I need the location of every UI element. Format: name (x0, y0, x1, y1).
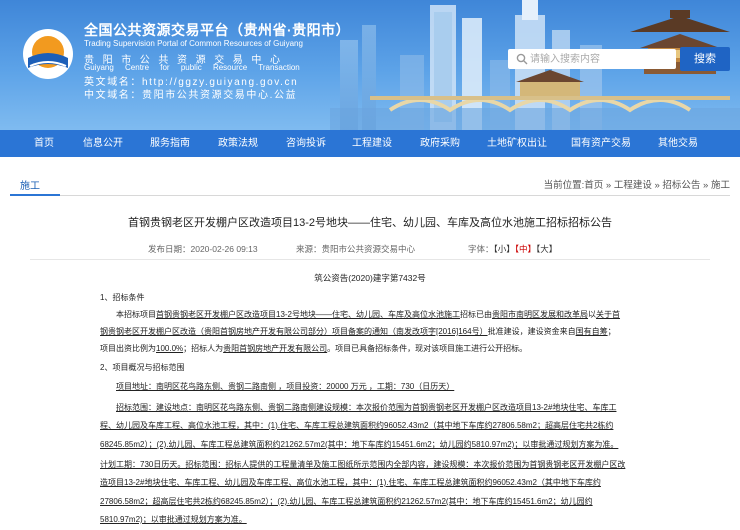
font-size-controls: 字体：【小】【中】【大】 (468, 243, 557, 255)
text: 招标已由 (460, 310, 493, 319)
text: 以 (588, 310, 597, 319)
text: 项目出资比例为 (100, 344, 156, 353)
breadcrumb-prefix: 当前位置: (543, 180, 585, 191)
breadcrumb-construction[interactable]: 工程建设 (614, 180, 652, 191)
meta-divider (30, 259, 710, 260)
nav-other[interactable]: 其他交易 (650, 130, 706, 157)
font-large-button[interactable]: 【大】 (536, 244, 557, 254)
nav-home[interactable]: 首页 (22, 130, 66, 157)
section-2-heading: 2、项目概况与招标范围 (100, 363, 185, 372)
nav-info-disclosure[interactable]: 信息公开 (78, 130, 128, 157)
scope-line-5: 造项目13-2#地块住宅、车库工程、幼儿园及车库工程、高位水池工程，其中：(1)… (100, 478, 601, 487)
divider-accent (10, 194, 60, 196)
fund-source: 国有自筹 (575, 327, 608, 336)
text: 本招标项目 (116, 310, 156, 319)
nav-state-assets[interactable]: 国有资产交易 (566, 130, 636, 157)
scope-line-4: 计划工期：730日历天。招标范围：招标人提供的工程量清单及施工图纸所示范围内全部… (100, 460, 626, 469)
approval-document: 关于首 (596, 310, 621, 319)
text: 批准建设，建设资金来自 (487, 327, 576, 336)
nav-service-guide[interactable]: 服务指南 (144, 130, 196, 157)
article-title: 首钢贵钢老区开发棚户区改造项目13-2号地块——住宅、幼儿园、车库及高位水池施工… (127, 217, 612, 229)
org-name-en: Guiyang Centre for public Resource Trans… (84, 63, 300, 72)
font-size-label: 字体： (468, 244, 494, 254)
scope-line-1: 招标范围：建设地点：南明区花鸟路东侧、贵钢二路南侧建设规模：本次报价范围为首钢贵… (116, 403, 617, 412)
scope-line-6: 27806.58m2；超高层住宅共2栋约68245.85m2）；(2).幼儿园、… (100, 497, 593, 506)
domain-cn: 中文域名：贵阳市公共资源交易中心.公益 (84, 90, 298, 101)
site-title: 全国公共资源交易平台（贵州省·贵阳市） (84, 22, 351, 38)
scope-line-2: 程、幼儿园及车库工程、高位水池工程，其中：(1).住宅、车库工程总建筑面积约96… (100, 421, 614, 430)
section-1-line-1: 本招标项目首钢贵钢老区开发棚户区改造项目13-2号地块——住宅、幼儿园、车库及高… (116, 309, 620, 320)
scope-line-7: 5810.97m2)；以审批通过规划方案为准。 (100, 515, 247, 524)
section-1-line-2: 钢贵钢老区开发棚户区改造（贵阳首钢房地产开发有限公司部分）项目备案的通知（南发改… (100, 326, 616, 337)
project-address-line: 项目地址：南明区花鸟路东侧、贵钢二路南侧 ，项目投资：20000 万元 ，工期：… (116, 382, 455, 391)
publish-date: 发布日期：2020-02-26 09:13 (148, 244, 258, 254)
text: ； (607, 327, 616, 336)
tenderer: 贵阳首钢房地产开发有限公司 (223, 344, 328, 353)
breadcrumb: 当前位置:首页 » 工程建设 » 招标公告 » 施工 (544, 177, 730, 191)
breadcrumb-current: 施工 (710, 180, 730, 191)
approval-document: 钢贵钢老区开发棚户区改造（贵阳首钢房地产开发有限公司部分）项目备案的通知（南发改… (100, 327, 488, 336)
text: ；招标人为 (183, 344, 224, 353)
site-title-en: Trading Supervision Portal of Common Res… (84, 39, 303, 48)
search-icon (516, 53, 528, 65)
project-name: 首钢贵钢老区开发棚户区改造项目13-2号地块——住宅、幼儿园、车库及高位水池施工 (156, 310, 461, 319)
scope-line-3: 68245.85m2）；(2).幼儿园、车库工程总建筑面积约21262.57m2… (100, 440, 619, 449)
search-input[interactable] (530, 50, 672, 68)
breadcrumb-notices[interactable]: 招标公告 (662, 180, 700, 191)
breadcrumb-sep: » (651, 180, 663, 191)
section-label: 施工 (20, 181, 40, 192)
document-number: 筑公资告(2020)建字第7432号 (314, 273, 426, 283)
nav-policy[interactable]: 政策法规 (212, 130, 264, 157)
approval-authority: 贵阳市南明区发展和改革局 (492, 310, 589, 319)
section-1-line-3: 项目出资比例为100.0%；招标人为贵阳首钢房地产开发有限公司。项目已具备招标条… (100, 343, 527, 354)
article-source: 来源：贵阳市公共资源交易中心 (296, 244, 416, 254)
breadcrumb-sep: » (700, 180, 711, 191)
nav-procurement[interactable]: 政府采购 (414, 130, 466, 157)
font-small-button[interactable]: 【小】 (494, 244, 515, 254)
funding-ratio: 100.0% (156, 344, 184, 353)
platform-logo (23, 29, 73, 79)
site-header: 全国公共资源交易平台（贵州省·贵阳市） Trading Supervision … (0, 0, 740, 130)
text: 。项目已具备招标条件，现对该项目施工进行公开招标。 (327, 344, 528, 353)
nav-complaints[interactable]: 咨询投诉 (280, 130, 332, 157)
breadcrumb-sep: » (603, 180, 614, 191)
section-1-heading: 1、招标条件 (100, 293, 145, 302)
nav-construction[interactable]: 工程建设 (346, 130, 398, 157)
font-medium-button[interactable]: 【中】 (515, 244, 536, 254)
breadcrumb-home[interactable]: 首页 (584, 180, 603, 191)
search-button[interactable]: 搜索 (680, 47, 730, 71)
nav-land-mining[interactable]: 土地矿权出让 (482, 130, 552, 157)
main-nav: 首页 信息公开 服务指南 政策法规 咨询投诉 工程建设 政府采购 土地矿权出让 … (0, 130, 740, 157)
divider (10, 195, 730, 196)
